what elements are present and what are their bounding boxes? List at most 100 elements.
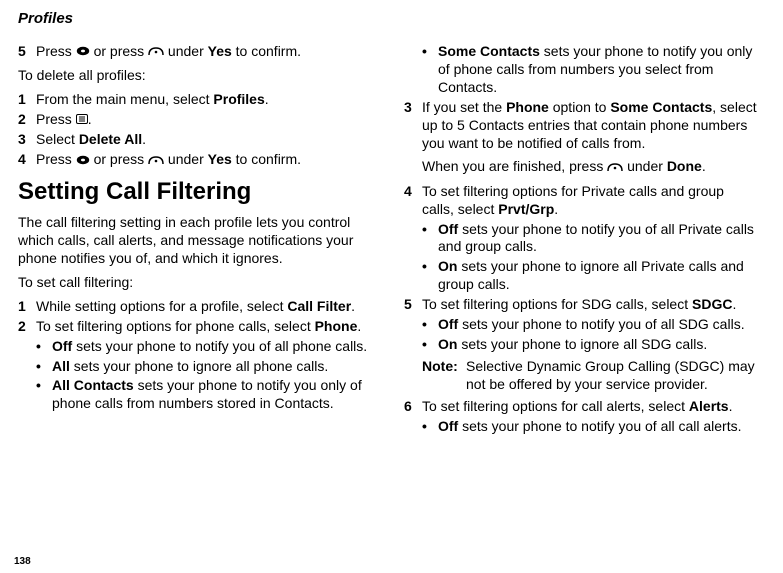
cf-step-5: 5 To set filtering options for SDG calls…	[404, 296, 758, 314]
t: .	[729, 398, 733, 414]
step-number: 3	[18, 131, 36, 149]
off-label: Off	[438, 221, 458, 237]
bullet-icon: •	[36, 338, 52, 356]
all-label: All	[52, 358, 70, 374]
t: On sets your phone to ignore all SDG cal…	[438, 336, 758, 354]
section-desc: The call filtering setting in each profi…	[18, 214, 372, 268]
bullet-icon: •	[422, 258, 438, 294]
t: sets your phone to notify you of all Pri…	[438, 221, 754, 255]
t: While setting options for a profile, sel…	[36, 298, 287, 314]
alerts-label: Alerts	[689, 398, 729, 414]
prvt-grp-label: Prvt/Grp	[498, 201, 554, 217]
phone-label: Phone	[506, 99, 549, 115]
off-label: Off	[438, 316, 458, 332]
bullet-icon: •	[422, 418, 438, 436]
t: Off sets your phone to notify you of all…	[438, 316, 758, 334]
sdgc-note: Note: Selective Dynamic Group Calling (S…	[422, 358, 758, 394]
cf-step-4-on: •On sets your phone to ignore all Privat…	[422, 258, 758, 294]
phone-label: Phone	[315, 318, 358, 334]
t: Off sets your phone to notify you of all…	[438, 418, 758, 436]
step-number: 1	[18, 298, 36, 316]
t: or press	[90, 151, 148, 167]
del-step-3: 3 Select Delete All.	[18, 131, 372, 149]
t: .	[554, 201, 558, 217]
step-number: 5	[18, 43, 36, 61]
t: To set filtering options for phone calls…	[36, 318, 315, 334]
t: sets your phone to ignore all phone call…	[70, 358, 328, 374]
step-number: 4	[404, 183, 422, 219]
cf-step-6: 6 To set filtering options for call aler…	[404, 398, 758, 416]
t: Press	[36, 111, 76, 127]
t: sets your phone to notify you of all SDG…	[458, 316, 744, 332]
bullet-icon: •	[36, 377, 52, 413]
step-number: 6	[404, 398, 422, 416]
cf-step-3: 3 If you set the Phone option to Some Co…	[404, 99, 758, 153]
t: Off sets your phone to notify you of all…	[438, 221, 758, 257]
step-text: From the main menu, select Profiles.	[36, 91, 372, 109]
step-number: 5	[404, 296, 422, 314]
cf-step-2-all-contacts: •All Contacts sets your phone to notify …	[36, 377, 372, 413]
del-step-4: 4 Press or press under Yes to confirm.	[18, 151, 372, 169]
on-label: On	[438, 258, 457, 274]
step-number: 2	[18, 111, 36, 129]
cf-step-2-some-contacts: •Some Contacts sets your phone to notify…	[422, 43, 758, 97]
t: To set filtering options for call alerts…	[422, 398, 689, 414]
t: Press	[36, 151, 76, 167]
ok-key-icon	[76, 152, 90, 170]
cf-step-2-all: •All sets your phone to ignore all phone…	[36, 358, 372, 376]
cf-step-4-off: •Off sets your phone to notify you of al…	[422, 221, 758, 257]
columns: 5 Press or press under Yes to confirm. T…	[18, 41, 765, 437]
t: When you are finished, press	[422, 158, 607, 174]
softkey-icon	[148, 43, 164, 61]
cf-step-6-off: •Off sets your phone to notify you of al…	[422, 418, 758, 436]
t: under	[164, 43, 208, 59]
done-label: Done	[667, 158, 702, 174]
step-number: 3	[404, 99, 422, 153]
step-number: 4	[18, 151, 36, 169]
on-label: On	[438, 336, 457, 352]
t: .	[265, 91, 269, 107]
delete-intro: To delete all profiles:	[18, 67, 372, 85]
cf-step-5-off: •Off sets your phone to notify you of al…	[422, 316, 758, 334]
step-text: Select Delete All.	[36, 131, 372, 149]
t: .	[142, 131, 146, 147]
t: to confirm.	[232, 43, 301, 59]
step-text: Press .	[36, 111, 372, 129]
t: All Contacts sets your phone to notify y…	[52, 377, 372, 413]
t: under	[164, 151, 208, 167]
t: .	[88, 111, 92, 127]
t: .	[732, 296, 736, 312]
bullet-icon: •	[422, 336, 438, 354]
ok-key-icon	[76, 43, 90, 61]
softkey-icon	[607, 159, 623, 177]
t: sets your phone to ignore all SDG calls.	[457, 336, 707, 352]
yes-label: Yes	[208, 151, 232, 167]
t: sets your phone to ignore all Private ca…	[438, 258, 744, 292]
t: sets your phone to notify you of all pho…	[72, 338, 367, 354]
page-header: Profiles	[18, 10, 765, 27]
step-text: To set filtering options for SDG calls, …	[422, 296, 758, 314]
step-text: To set filtering options for phone calls…	[36, 318, 372, 336]
profiles-label: Profiles	[213, 91, 264, 107]
off-label: Off	[52, 338, 72, 354]
to-set-intro: To set call filtering:	[18, 274, 372, 292]
off-label: Off	[438, 418, 458, 434]
step-text: To set filtering options for Private cal…	[422, 183, 758, 219]
cf-step-2-off: •Off sets your phone to notify you of al…	[36, 338, 372, 356]
delete-all-label: Delete All	[79, 131, 142, 147]
step-text: If you set the Phone option to Some Cont…	[422, 99, 758, 153]
step-number: 1	[18, 91, 36, 109]
step-text: Press or press under Yes to confirm.	[36, 43, 372, 61]
t: Select	[36, 131, 79, 147]
t: To set filtering options for Private cal…	[422, 183, 724, 217]
t: All sets your phone to ignore all phone …	[52, 358, 372, 376]
cf-step-4: 4 To set filtering options for Private c…	[404, 183, 758, 219]
t: option to	[549, 99, 611, 115]
left-column: 5 Press or press under Yes to confirm. T…	[18, 41, 372, 437]
step-5-confirm: 5 Press or press under Yes to confirm.	[18, 43, 372, 61]
t: Some Contacts sets your phone to notify …	[438, 43, 758, 97]
cf-step-3-done: When you are finished, press under Done.	[422, 158, 758, 176]
step-number: 2	[18, 318, 36, 336]
t: To set filtering options for SDG calls, …	[422, 296, 692, 312]
menu-key-icon	[76, 111, 88, 129]
